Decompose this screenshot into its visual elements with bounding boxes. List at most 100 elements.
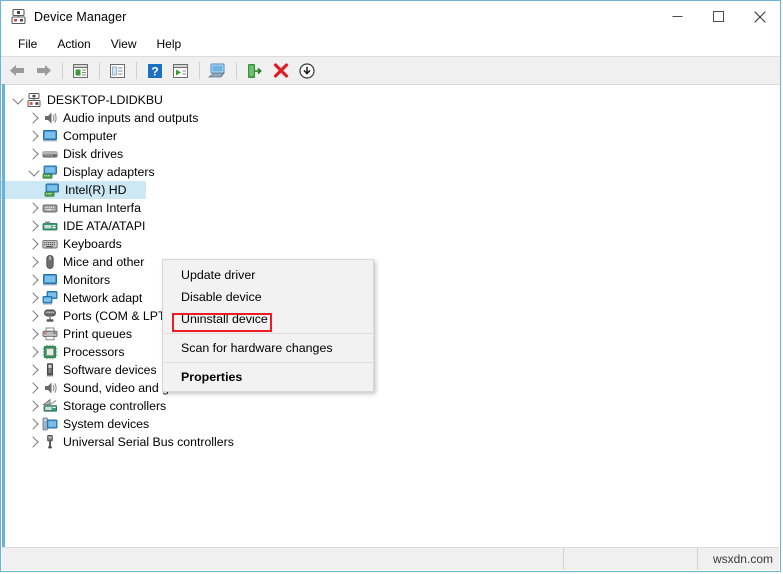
tree-item-label: System devices — [63, 417, 150, 431]
disk-drive-icon — [42, 146, 58, 162]
chevron-right-icon[interactable] — [26, 253, 42, 271]
tree-item-software-devices[interactable]: Software devices — [1, 361, 780, 379]
menu-bar: File Action View Help — [1, 32, 780, 56]
tree-item-display-adapters[interactable]: Display adapters — [1, 163, 780, 181]
chevron-right-icon[interactable] — [26, 397, 42, 415]
tree-item-keyboards[interactable]: Keyboards — [1, 235, 780, 253]
tree-item-label: IDE ATA/ATAPI — [63, 219, 146, 233]
chevron-right-icon[interactable] — [26, 289, 42, 307]
back-icon[interactable] — [5, 59, 30, 82]
show-hidden-devices-icon[interactable] — [205, 59, 230, 82]
tree-root-label: DESKTOP-LDIDKBU — [47, 93, 163, 107]
toolbar-separator — [199, 62, 200, 79]
chevron-right-icon[interactable] — [26, 325, 42, 343]
pane-left-edge — [2, 84, 5, 550]
chevron-right-icon[interactable] — [26, 433, 42, 451]
hid-icon — [42, 200, 58, 216]
toolbar-separator — [136, 62, 137, 79]
tree-item-audio-inputs-and-outputs[interactable]: Audio inputs and outputs — [1, 109, 780, 127]
mouse-icon — [42, 254, 58, 270]
tree-item-label: Audio inputs and outputs — [63, 111, 199, 125]
tree-item-universal-serial-bus-controllers[interactable]: Universal Serial Bus controllers — [1, 433, 780, 451]
chevron-right-icon[interactable] — [26, 199, 42, 217]
keyboard-icon — [42, 236, 58, 252]
chevron-down-icon[interactable] — [26, 163, 42, 181]
context-menu-item-update-driver[interactable]: Update driver — [163, 264, 373, 286]
usb-icon — [42, 434, 58, 450]
update-driver-icon[interactable] — [105, 59, 130, 82]
uninstall-device-highlight-box — [172, 313, 272, 332]
tree-item-label: Print queues — [63, 327, 133, 341]
tree-item-mice-and-other-pointing-devices[interactable]: Mice and other — [1, 253, 780, 271]
chevron-right-icon[interactable] — [26, 127, 42, 145]
disable-device-icon[interactable] — [242, 59, 267, 82]
status-bar: wsxdn.com — [2, 547, 779, 570]
title-bar: Device Manager — [1, 1, 780, 32]
software-device-icon — [42, 362, 58, 378]
minimize-icon[interactable] — [657, 1, 698, 32]
ide-controller-icon — [42, 218, 58, 234]
display-adapter-icon — [42, 164, 58, 180]
tree-item-intel-hd[interactable]: Intel(R) HD — [1, 181, 780, 199]
tree-item-label: Universal Serial Bus controllers — [63, 435, 234, 449]
network-adapter-icon — [42, 290, 58, 306]
scan-hardware-icon[interactable] — [168, 59, 193, 82]
context-menu-item-properties[interactable]: Properties — [163, 366, 373, 388]
tree-item-disk-drives[interactable]: Disk drives — [1, 145, 780, 163]
chevron-right-icon[interactable] — [26, 343, 42, 361]
tree-root-item[interactable]: DESKTOP-LDIDKBU — [1, 91, 780, 109]
storage-controller-icon — [42, 398, 58, 414]
tree-item-computer[interactable]: Computer — [1, 127, 780, 145]
tree-item-processors[interactable]: Processors — [1, 343, 780, 361]
close-icon[interactable] — [739, 1, 780, 32]
tree-item-monitors[interactable]: Monitors — [1, 271, 780, 289]
forward-icon[interactable] — [31, 59, 56, 82]
tree-item-network-adapters[interactable]: Network adapt — [1, 289, 780, 307]
menu-item-action[interactable]: Action — [47, 35, 100, 54]
device-tree[interactable]: DESKTOP-LDIDKBU Audio inputs and outputs — [1, 85, 780, 541]
system-device-icon — [42, 416, 58, 432]
device-manager-icon — [10, 8, 27, 25]
tree-item-label: Intel(R) HD — [65, 183, 127, 197]
tree-item-human-interface-devices[interactable]: Human Interfa — [1, 199, 780, 217]
tree-item-sound-video-and-game-controllers[interactable]: Sound, video and game controllers — [1, 379, 780, 397]
window-title: Device Manager — [34, 9, 127, 24]
chevron-right-icon[interactable] — [26, 307, 42, 325]
toolbar: ? — [1, 56, 780, 85]
download-icon[interactable] — [294, 59, 319, 82]
chevron-right-icon[interactable] — [26, 271, 42, 289]
uninstall-device-icon[interactable] — [268, 59, 293, 82]
chevron-right-icon[interactable] — [26, 415, 42, 433]
chevron-right-icon[interactable] — [26, 361, 42, 379]
window-controls — [657, 1, 780, 32]
context-menu-item-scan-for-hardware-changes[interactable]: Scan for hardware changes — [163, 337, 373, 359]
tree-item-label: Network adapt — [63, 291, 143, 305]
chevron-right-icon[interactable] — [26, 235, 42, 253]
menu-item-view[interactable]: View — [101, 35, 147, 54]
tree-item-ide-ata-atapi-controllers[interactable]: IDE ATA/ATAPI — [1, 217, 780, 235]
tree-item-label: Ports (COM & LPT) — [63, 309, 170, 323]
menu-item-file[interactable]: File — [8, 35, 47, 54]
chevron-right-icon[interactable] — [26, 379, 42, 397]
toolbar-separator — [62, 62, 63, 79]
tree-item-storage-controllers[interactable]: Storage controllers — [1, 397, 780, 415]
svg-text:?: ? — [151, 64, 158, 78]
tree-item-label: Keyboards — [63, 237, 122, 251]
tree-item-label: Monitors — [63, 273, 111, 287]
chevron-right-icon[interactable] — [26, 109, 42, 127]
tree-item-label: Software devices — [63, 363, 157, 377]
tree-item-system-devices[interactable]: System devices — [1, 415, 780, 433]
tree-item-label: Computer — [63, 129, 117, 143]
help-icon[interactable]: ? — [142, 59, 167, 82]
chevron-down-icon[interactable] — [10, 91, 26, 109]
tree-item-print-queues[interactable]: Print queues — [1, 325, 780, 343]
context-menu-item-disable-device[interactable]: Disable device — [163, 286, 373, 308]
menu-item-help[interactable]: Help — [147, 35, 192, 54]
properties-icon[interactable] — [68, 59, 93, 82]
chevron-right-icon[interactable] — [26, 217, 42, 235]
maximize-icon[interactable] — [698, 1, 739, 32]
chevron-right-icon[interactable] — [26, 145, 42, 163]
tree-item-ports-com-lpt[interactable]: Ports (COM & LPT) — [1, 307, 780, 325]
toolbar-separator — [99, 62, 100, 79]
display-adapter-icon — [44, 182, 60, 198]
